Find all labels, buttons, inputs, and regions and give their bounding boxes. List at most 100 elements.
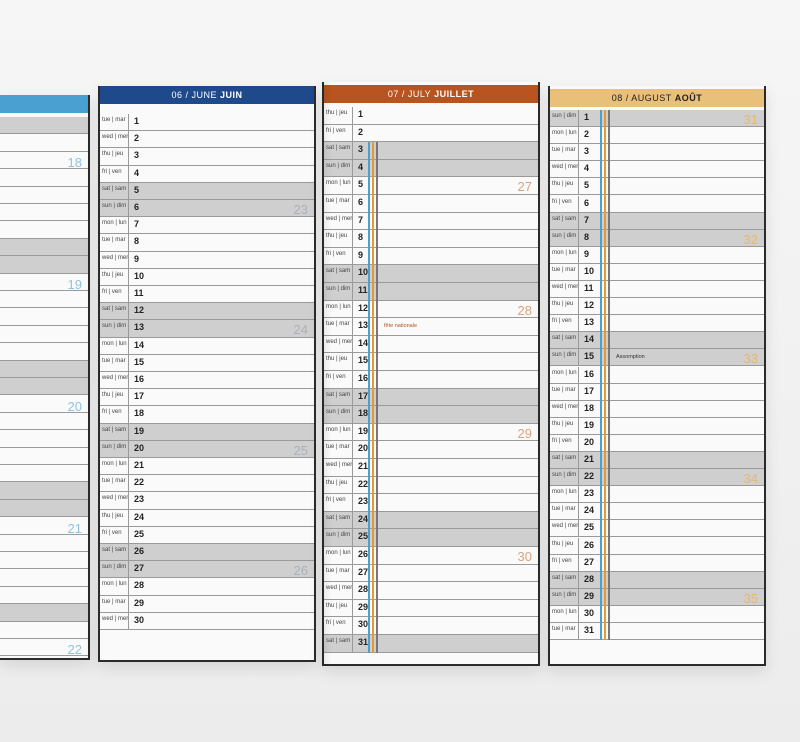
day-row [0,587,88,605]
day-divider [578,127,579,144]
day-divider [128,286,129,303]
day-name: mon | lun [552,489,577,496]
day-number: 6 [358,197,364,207]
day-divider [352,283,353,300]
day-row: sun | dim 25 [324,529,538,547]
day-row [0,134,88,152]
day-row: wed | mer 21 [324,459,538,477]
day-number: 20 [358,443,369,454]
day-divider [578,469,579,486]
day-name: sat | sam [102,185,127,192]
day-row: wed | mer 4 [550,161,764,179]
period-line [604,110,606,641]
day-row [0,499,88,518]
day-number: 8 [358,232,364,243]
day-number: 3 [358,144,364,155]
day-divider [352,388,353,406]
day-number: 30 [358,619,369,630]
day-number: 12 [584,300,595,311]
day-row: fri | ven 20 [550,434,764,452]
day-name: sat | sam [552,455,577,461]
day-row: sat | sam 3 [324,142,538,160]
day-divider [128,458,129,475]
day-number: 26 [358,549,369,559]
day-number: 18 [134,408,145,419]
day-row: thu | jeu 12 [550,298,764,316]
day-row: tue | mar 6 [324,195,538,213]
june-header: 06 / JUNE JUIN [100,86,314,104]
day-name: fri | ven [552,557,572,564]
day-divider [578,281,579,298]
day-row: tue | mar 1 [100,114,314,132]
day-row: sat | sam 31 [324,635,538,653]
day-row: mon | lun 9 [550,246,764,264]
day-divider [578,520,579,537]
day-number: 23 [134,494,145,505]
day-name: sat | sam [552,335,577,342]
day-row: wed | mer 25 [550,520,764,538]
day-number: 6 [584,197,590,208]
day-row: fri | ven 18 [100,406,314,424]
day-row [0,187,88,204]
day-number: 4 [584,163,590,174]
day-row: mon | lun 28 [100,578,314,596]
day-row: wed | mer 28 [324,582,538,600]
day-divider [578,571,579,588]
day-row: thu | jeu 24 [100,509,314,527]
june-header-name: JUIN [220,90,243,100]
day-number: 10 [358,267,369,278]
july-header-prefix: 07 / JULY [387,89,432,99]
day-number: 4 [134,167,140,178]
day-row [0,221,88,239]
day-divider [128,389,129,406]
day-row [0,413,88,431]
day-number: 22 [358,478,369,489]
day-row: sat | sam 17 [324,388,538,407]
day-divider [578,161,579,178]
day-number: 7 [134,219,140,230]
day-divider [352,159,353,177]
day-divider [352,247,353,265]
day-divider [578,246,579,263]
day-row: mon | lun 30 [550,605,764,623]
day-row: tue | mar 20 [324,441,538,459]
day-number: 19 [134,425,145,436]
day-divider [352,617,353,634]
day-divider [352,195,353,212]
day-row: thu | jeu 10 [100,268,314,286]
day-number: 9 [358,249,364,260]
day-name: wed | mer [552,523,579,530]
day-name: thu | jeu [102,392,124,399]
day-row: sun | dim 15 [550,349,764,367]
day-row: sat | sam 24 [324,511,538,530]
day-number: 8 [134,236,140,247]
day-number: 18 [584,402,595,413]
day-name: mon | lun [552,130,577,137]
day-name: tue | mar [102,478,126,485]
day-row: mon | lun 5 [324,177,538,195]
day-divider [352,230,353,247]
day-number: 14 [134,339,145,350]
day-number: 14 [584,334,595,345]
day-number: 1 [134,116,140,126]
day-number: 31 [584,625,595,635]
day-number: 11 [584,283,594,293]
week-number: 28 [517,302,532,318]
day-name: mon | lun [102,461,127,467]
week-number: 26 [293,563,308,579]
day-row: tue | mar 13 [324,318,538,336]
day-divider [128,475,129,492]
july-header: 07 / JULY JUILLET [324,85,538,103]
day-row: wed | mer 16 [100,372,314,390]
day-number: 4 [358,161,364,172]
day-divider [128,337,129,354]
day-row: mon | lun 21 [100,458,314,476]
day-number: 23 [358,496,369,507]
week-number: 25 [293,442,308,458]
day-row [0,326,88,344]
day-divider [128,406,129,423]
day-row: sun | dim 6 [100,200,314,218]
day-row: fri | ven 6 [550,195,764,213]
day-number: 11 [358,285,368,295]
day-name: fri | ven [552,198,572,205]
